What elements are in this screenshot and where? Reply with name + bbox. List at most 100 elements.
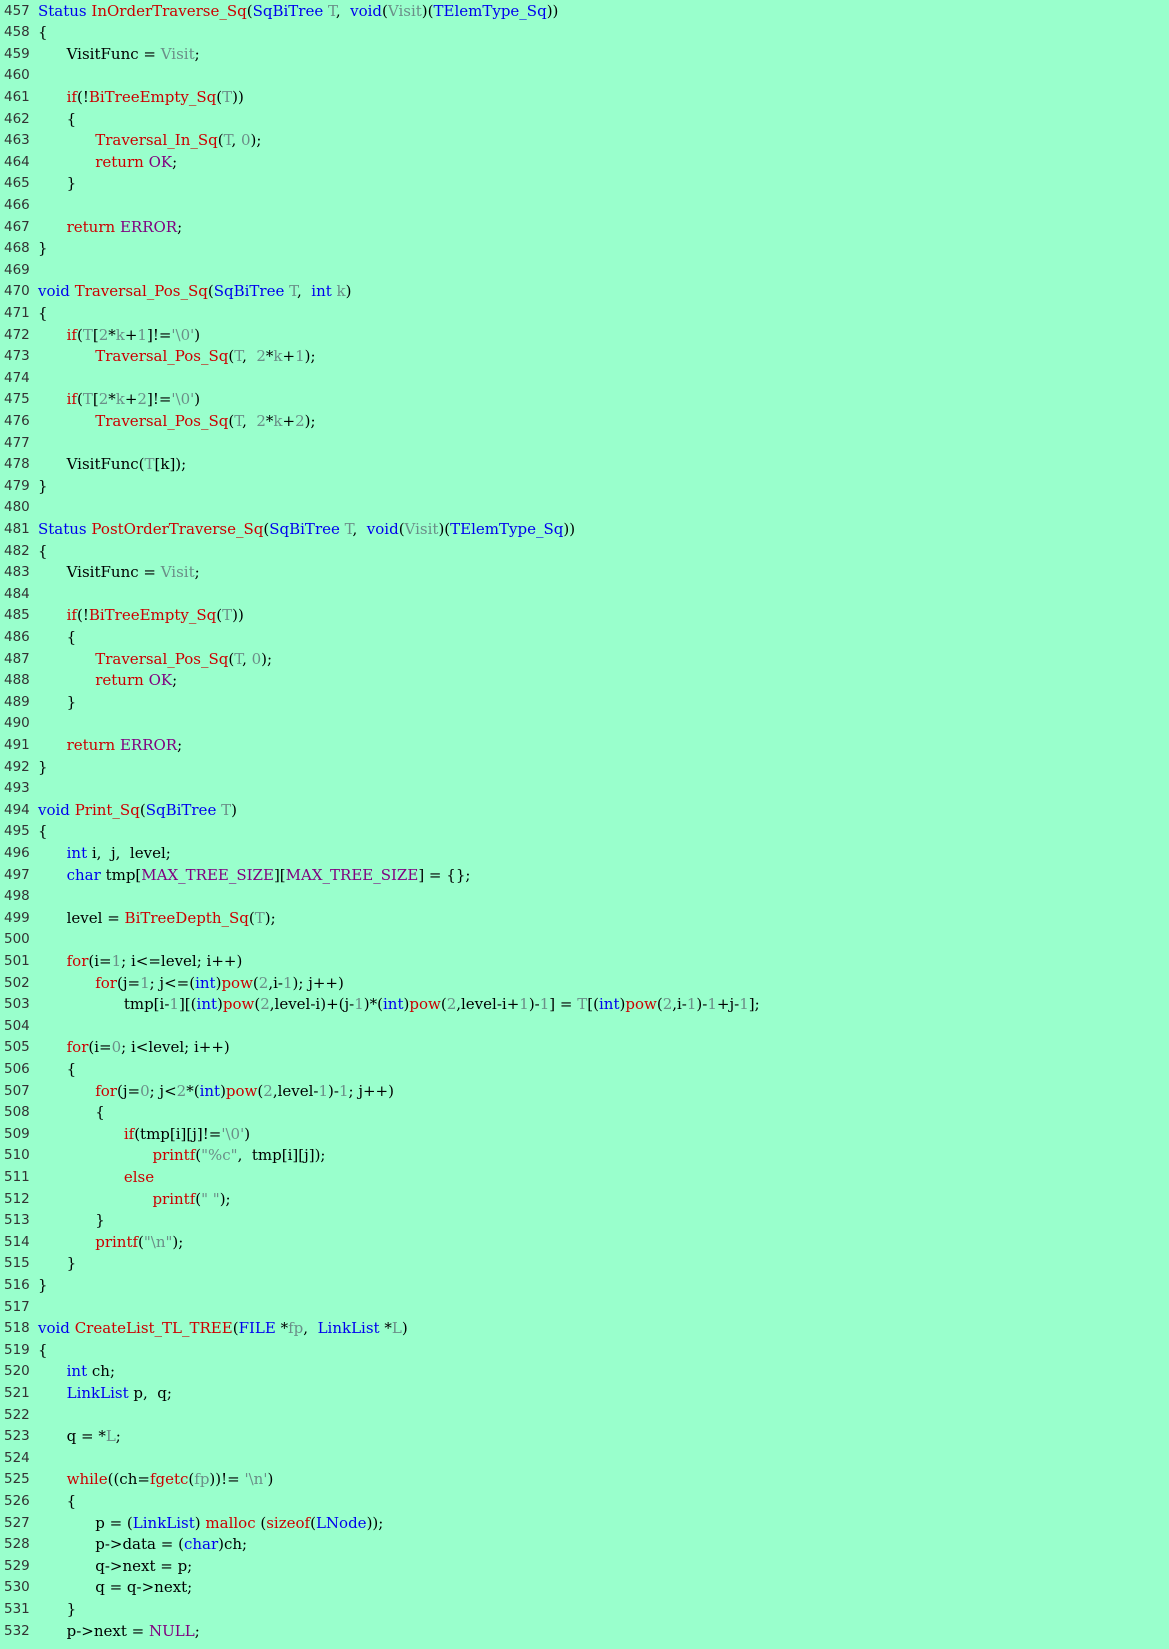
code-token: + (282, 347, 296, 366)
code-line[interactable]: 501 for(i=1; i<=level; i++) (0, 951, 1169, 973)
code-text: void Traversal_Pos_Sq(SqBiTree T, int k) (38, 281, 352, 303)
code-line[interactable]: 458 { (0, 22, 1169, 44)
code-line[interactable]: 488 return OK; (0, 670, 1169, 692)
code-line[interactable]: 492} (0, 757, 1169, 779)
code-line[interactable]: 504 (0, 1016, 1169, 1038)
code-line[interactable]: 474 (0, 368, 1169, 390)
code-line[interactable]: 508 { (0, 1102, 1169, 1124)
code-line[interactable]: 513 } (0, 1210, 1169, 1232)
code-line[interactable]: 481 Status PostOrderTraverse_Sq(SqBiTree … (0, 519, 1169, 541)
code-line[interactable]: 476 Traversal_Pos_Sq(T, 2*k+2); (0, 411, 1169, 433)
code-line[interactable]: 530 q = q->next; (0, 1577, 1169, 1599)
code-line[interactable]: 498 (0, 886, 1169, 908)
code-line[interactable]: 500 (0, 929, 1169, 951)
code-line[interactable]: 532 p->next = NULL; (0, 1621, 1169, 1643)
code-line[interactable]: 464 return OK; (0, 152, 1169, 174)
code-line[interactable]: 495 { (0, 821, 1169, 843)
code-token: MAX_TREE_SIZE (285, 865, 419, 884)
code-token: T (221, 800, 232, 819)
code-line[interactable]: 466 (0, 195, 1169, 217)
code-line[interactable]: 493 (0, 778, 1169, 800)
code-line[interactable]: 468} (0, 238, 1169, 260)
code-line[interactable]: 526 { (0, 1491, 1169, 1513)
code-line[interactable]: 478 VisitFunc(T[k]); (0, 454, 1169, 476)
code-line[interactable]: 470 void Traversal_Pos_Sq(SqBiTree T, int… (0, 281, 1169, 303)
code-line[interactable]: 459 VisitFunc = Visit; (0, 44, 1169, 66)
code-line[interactable]: 462 { (0, 109, 1169, 131)
code-token: (! (76, 87, 89, 106)
code-line[interactable]: 463 Traversal_In_Sq(T, 0); (0, 130, 1169, 152)
code-line[interactable]: 467 return ERROR; (0, 217, 1169, 239)
code-line[interactable]: 529 q->next = p; (0, 1556, 1169, 1578)
code-token: 2 (176, 1081, 187, 1100)
code-line[interactable]: 525 while((ch=fgetc(fp))!= '\n') (0, 1469, 1169, 1491)
code-token: } (38, 692, 77, 711)
code-line[interactable]: 510 printf("%c", tmp[i][j]); (0, 1145, 1169, 1167)
code-token: if (66, 325, 77, 344)
code-line[interactable]: 475 if(T[2*k+2]!='\0') (0, 389, 1169, 411)
line-number: 466 (4, 196, 30, 213)
code-line[interactable]: 506 { (0, 1059, 1169, 1081)
code-token: T (234, 411, 243, 430)
code-token: 2 (662, 995, 673, 1014)
code-line[interactable]: 480 (0, 497, 1169, 519)
code-line[interactable]: 514 printf("\n"); (0, 1232, 1169, 1254)
code-line[interactable]: 516} (0, 1275, 1169, 1297)
code-line[interactable]: 497 char tmp[MAX_TREE_SIZE][MAX_TREE_SIZ… (0, 865, 1169, 887)
code-line[interactable]: 499 level = BiTreeDepth_Sq(T); (0, 908, 1169, 930)
code-line[interactable]: 512 printf(" "); (0, 1189, 1169, 1211)
code-line[interactable]: 484 (0, 584, 1169, 606)
code-line[interactable]: 531 } (0, 1599, 1169, 1621)
code-line[interactable]: 522 (0, 1405, 1169, 1427)
code-line[interactable]: 483 VisitFunc = Visit; (0, 562, 1169, 584)
code-line[interactable]: 507 for(j=0; j<2*(int)pow(2,level-1)-1; … (0, 1081, 1169, 1103)
code-line[interactable]: 457 Status InOrderTraverse_Sq(SqBiTree T,… (0, 1, 1169, 23)
code-line[interactable]: 490 (0, 713, 1169, 735)
code-line[interactable]: 503 tmp[i-1][(int)pow(2,level-i)+(j-1)*(… (0, 994, 1169, 1016)
code-line[interactable]: 469 (0, 260, 1169, 282)
code-line[interactable]: 485 if(!BiTreeEmpty_Sq(T)) (0, 605, 1169, 627)
code-line[interactable]: 524 (0, 1448, 1169, 1470)
code-line[interactable]: 523 q = *L; (0, 1426, 1169, 1448)
code-token: if (66, 390, 77, 409)
code-line[interactable]: 486 { (0, 627, 1169, 649)
code-line[interactable]: 487 Traversal_Pos_Sq(T, 0); (0, 649, 1169, 671)
code-line[interactable]: 479} (0, 476, 1169, 498)
code-line[interactable]: 473 Traversal_Pos_Sq(T, 2*k+1); (0, 346, 1169, 368)
code-token: CreateList_TL_TREE (74, 1319, 233, 1338)
code-line[interactable]: 518 void CreateList_TL_TREE(FILE *fp, Lin… (0, 1318, 1169, 1340)
code-line[interactable]: 460 (0, 65, 1169, 87)
code-line[interactable]: 521 LinkList p, q; (0, 1383, 1169, 1405)
code-line[interactable]: 477 (0, 433, 1169, 455)
code-token: BiTreeEmpty_Sq (88, 87, 217, 106)
code-line[interactable]: 461 if(!BiTreeEmpty_Sq(T)) (0, 87, 1169, 109)
code-token: ,level- (272, 1081, 319, 1100)
code-token: 1 (111, 951, 122, 970)
code-line[interactable]: 471 { (0, 303, 1169, 325)
code-line[interactable]: 520 int ch; (0, 1361, 1169, 1383)
code-token: { (38, 1059, 77, 1078)
code-line[interactable]: 505 for(i=0; i<level; i++) (0, 1037, 1169, 1059)
line-number: 519 (4, 1341, 30, 1358)
code-line[interactable]: 494 void Print_Sq(SqBiTree T) (0, 800, 1169, 822)
code-line[interactable]: 472 if(T[2*k+1]!='\0') (0, 325, 1169, 347)
code-line[interactable]: 517 (0, 1297, 1169, 1319)
code-editor[interactable]: 457 Status InOrderTraverse_Sq(SqBiTree T,… (0, 0, 1169, 1649)
code-line[interactable]: 489 } (0, 692, 1169, 714)
code-line[interactable]: 511 else (0, 1167, 1169, 1189)
code-line[interactable]: 515 } (0, 1253, 1169, 1275)
code-line[interactable]: 496 int i, j, level; (0, 843, 1169, 865)
code-line[interactable]: 509 if(tmp[i][j]!='\0') (0, 1124, 1169, 1146)
code-token: printf (152, 1146, 196, 1165)
code-line[interactable]: 527 p = (LinkList) malloc (sizeof(LNode)… (0, 1513, 1169, 1535)
line-number: 532 (4, 1622, 30, 1639)
code-line[interactable]: 465 } (0, 173, 1169, 195)
code-token: for (66, 951, 89, 970)
code-line[interactable]: 528 p->data = (char)ch; (0, 1534, 1169, 1556)
line-number: 478 (4, 456, 30, 473)
code-line[interactable]: 502 for(j=1; j<=(int)pow(2,i-1); j++) (0, 973, 1169, 995)
code-line[interactable]: 482 { (0, 541, 1169, 563)
code-line[interactable]: 491 return ERROR; (0, 735, 1169, 757)
code-line[interactable]: 519 { (0, 1340, 1169, 1362)
